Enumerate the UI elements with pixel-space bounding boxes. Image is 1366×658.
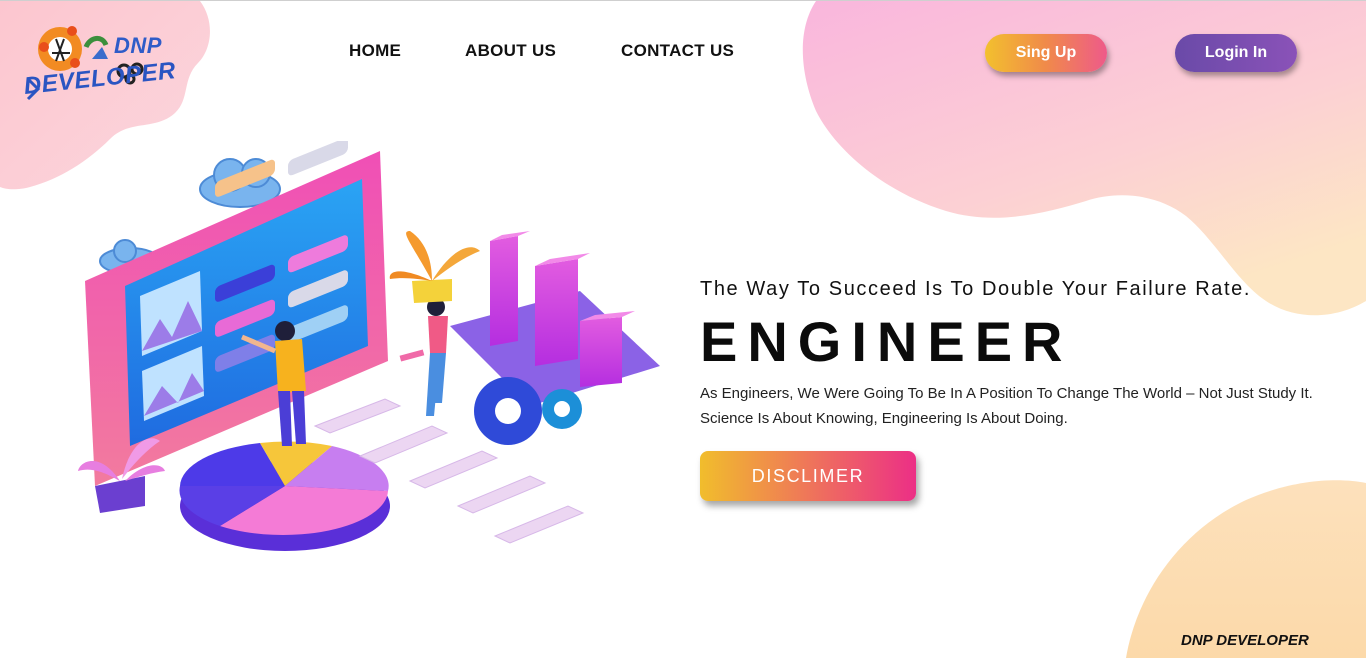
disclaimer-button[interactable]: DISCLIMER — [700, 451, 916, 501]
nav-about-link[interactable]: ABOUT US — [465, 41, 556, 61]
login-button[interactable]: Login In — [1175, 34, 1297, 72]
hero-illustration — [78, 141, 660, 551]
nav-contact-link[interactable]: CONTACT US — [621, 41, 734, 61]
footer-brand: DNP DEVELOPER — [1181, 632, 1309, 649]
signup-button[interactable]: Sing Up — [985, 34, 1107, 72]
hero-headline: ENGINEER — [700, 310, 1073, 373]
hero-description: As Engineers, We Were Going To Be In A P… — [700, 385, 1313, 427]
person-icon — [399, 298, 448, 416]
logo-text-dnp: DNP — [114, 33, 162, 58]
bottom-right-blob — [1126, 480, 1366, 658]
nav-home-link[interactable]: HOME — [349, 41, 401, 61]
plant-icon — [389, 231, 480, 303]
bar-chart-icon — [450, 231, 660, 406]
brand-logo[interactable]: DNP DEVELOPER — [20, 19, 177, 111]
pie-chart-icon — [179, 441, 390, 551]
hero-tagline: The Way To Succeed Is To Double Your Fai… — [700, 278, 1252, 300]
